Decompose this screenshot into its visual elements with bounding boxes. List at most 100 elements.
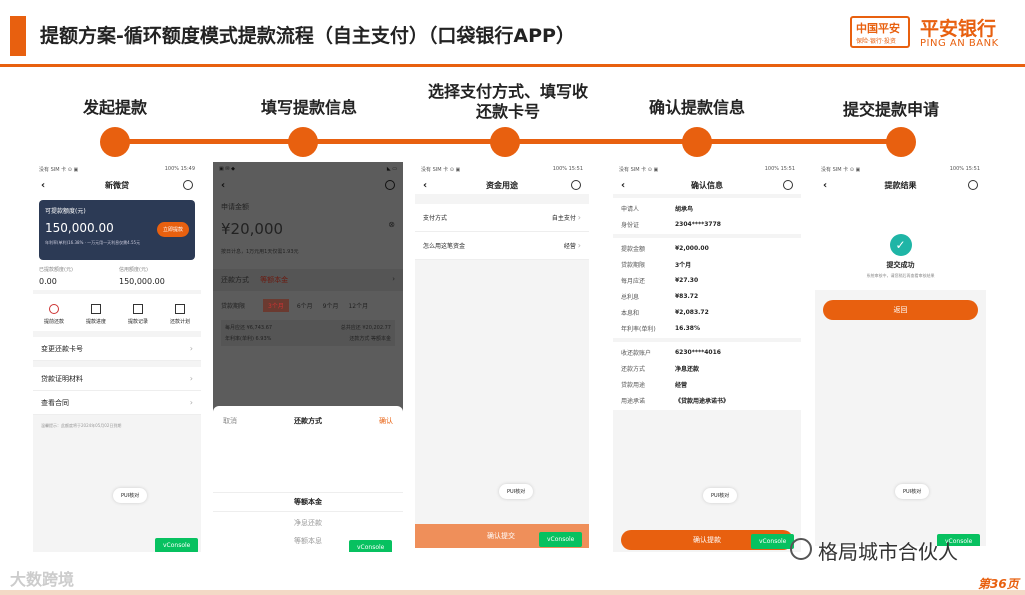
- status-left: 没有 SIM 卡 ⊙ ▣: [421, 167, 461, 173]
- info-value: ¥83.72: [675, 292, 699, 300]
- term-option-3[interactable]: 3个月: [263, 299, 289, 312]
- pui-check-button[interactable]: PUI核对: [113, 488, 148, 503]
- page-title: 提款结果: [884, 180, 917, 190]
- action-progress[interactable]: 提款进度: [86, 304, 106, 325]
- status-bar: 没有 SIM 卡 ⊙ ▣ 100% 15:51: [815, 162, 986, 176]
- applicant-info: 申请人 胡承鸟 身份证 2304****3778: [613, 198, 801, 234]
- step-5-dot: [886, 127, 916, 157]
- fund-usage-value: 经营: [563, 243, 576, 250]
- rate-label: 年利率(单利): [225, 336, 254, 342]
- status-right: ◣ ▭: [386, 166, 397, 172]
- used-quota-label: 已提款额度(元): [39, 267, 73, 273]
- service-icon[interactable]: [183, 180, 193, 190]
- credit-limit-label: 信用额度(元): [119, 267, 148, 273]
- success-check-icon: ✓: [889, 234, 912, 256]
- action-plan[interactable]: 还款计划: [170, 304, 190, 325]
- service-icon[interactable]: [968, 180, 978, 190]
- watermark-left: 大数跨境: [10, 570, 75, 589]
- status-left: 没有 SIM 卡 ⊙ ▣: [39, 167, 79, 173]
- step-4-dot: [682, 127, 712, 157]
- status-left: 没有 SIM 卡 ⊙ ▣: [821, 167, 861, 173]
- back-icon[interactable]: ‹: [621, 180, 625, 191]
- info-label: 申请人: [621, 205, 640, 213]
- header-divider: [0, 64, 1025, 67]
- pui-check-button[interactable]: PUI核对: [895, 484, 930, 499]
- status-right: 100% 15:51: [552, 166, 583, 172]
- info-label: 身份证: [621, 221, 640, 229]
- used-quota-value: 0.00: [39, 277, 57, 286]
- credit-limit-value: 150,000.00: [119, 277, 165, 286]
- status-right: 100% 15:51: [764, 166, 795, 172]
- action-records-label: 提款记录: [127, 319, 148, 325]
- withdraw-now-button[interactable]: 立即提款: [156, 222, 189, 237]
- menu-loan-proof-label: 贷款证明材料: [41, 374, 83, 383]
- monthly-value: ¥6,743.67: [246, 325, 273, 331]
- page-title: 新微贷: [105, 180, 129, 190]
- action-progress-label: 提款进度: [85, 319, 106, 325]
- action-records[interactable]: 提款记录: [128, 304, 148, 325]
- sheet-cancel-button[interactable]: 取消: [223, 416, 237, 426]
- pui-check-button[interactable]: PUI核对: [499, 484, 534, 499]
- fund-usage-row[interactable]: 怎么用这笔资金 经营 ›: [415, 232, 589, 260]
- sheet-confirm-button[interactable]: 确认: [379, 416, 393, 426]
- back-icon[interactable]: ‹: [41, 180, 45, 191]
- action-prepay[interactable]: 提前还款: [44, 304, 64, 325]
- nav-bar: ‹ 资金用途: [415, 176, 589, 194]
- vconsole-button[interactable]: vConsole: [155, 538, 199, 552]
- loan-info: 提款金额 ¥2,000.00 贷款期限 3个月 每月应还 ¥27.30 总利息 ¥83.…: [613, 238, 801, 338]
- vconsole-button[interactable]: vConsole: [751, 534, 795, 549]
- wechat-icon: [790, 538, 812, 560]
- option-interest-only[interactable]: 净息还款: [213, 512, 403, 534]
- quota-summary: 已提款额度(元) 0.00 信用额度(元) 150,000.00: [39, 266, 195, 286]
- menu-loan-proof[interactable]: 贷款证明材料 ›: [33, 367, 201, 391]
- status-right: 100% 15:49: [164, 166, 195, 172]
- back-icon[interactable]: ‹: [823, 180, 827, 191]
- term-option-9[interactable]: 9个月: [323, 301, 339, 310]
- page-title: 资金用途: [486, 180, 518, 190]
- back-button[interactable]: 返回: [823, 300, 978, 320]
- vconsole-button[interactable]: vConsole: [539, 532, 583, 547]
- info-label: 每月应还: [621, 277, 646, 285]
- menu-contract[interactable]: 查看合同 ›: [33, 391, 201, 415]
- vconsole-button[interactable]: vConsole: [349, 540, 393, 552]
- usage-promise-link[interactable]: 《贷款用途承诺书》: [675, 396, 729, 405]
- pui-check-button[interactable]: PUI核对: [703, 488, 738, 503]
- info-value: 胡承鸟: [675, 205, 694, 213]
- action-grid: 提前还款 提款进度 提款记录 还款计划: [33, 294, 201, 331]
- step-1-dot: [100, 127, 130, 157]
- status-bar: ▣ ✉ ◆ ◣ ▭: [213, 162, 403, 176]
- payment-method-row[interactable]: 支付方式 自主支付 ›: [415, 204, 589, 232]
- summary-method-label: 还款方式: [349, 336, 370, 342]
- repay-method-row[interactable]: 还款方式 等额本金 ›: [213, 269, 403, 291]
- footer-bar: [0, 590, 1025, 595]
- plan-icon: [174, 304, 185, 314]
- nav-bar: ‹: [213, 176, 403, 194]
- clear-icon[interactable]: ⊗: [388, 220, 395, 238]
- term-option-12[interactable]: 12个月: [348, 301, 368, 310]
- info-label: 提款金额: [621, 245, 646, 253]
- nav-bar: ‹ 新微贷: [33, 176, 201, 194]
- bank-name: 平安银行: [920, 18, 997, 40]
- service-icon[interactable]: [571, 180, 581, 190]
- service-icon[interactable]: [385, 180, 395, 190]
- back-icon[interactable]: ‹: [423, 180, 427, 191]
- chevron-right-icon: ›: [189, 374, 193, 383]
- repay-method-value: 等额本金: [260, 276, 289, 284]
- option-equal-principal[interactable]: 等额本金: [213, 492, 403, 512]
- info-value: 3个月: [675, 261, 692, 269]
- info-label: 本息和: [621, 309, 640, 317]
- back-icon[interactable]: ‹: [221, 180, 225, 191]
- term-option-6[interactable]: 6个月: [297, 301, 313, 310]
- nav-bar: ‹ 提款结果: [815, 176, 986, 194]
- success-note: 系统审核中，请您稍后再查看审核结果: [866, 273, 935, 278]
- pingan-logo-icon: 中国平安 保险·银行·投资: [850, 16, 910, 48]
- service-icon[interactable]: [783, 180, 793, 190]
- info-value: 16.38%: [675, 324, 700, 332]
- total-label: 总共应还: [340, 325, 361, 331]
- info-value: ¥2,000.00: [675, 244, 709, 252]
- step-2-label: 填写提款信息: [260, 98, 357, 117]
- apply-amount-value[interactable]: ¥20,000: [221, 220, 283, 238]
- menu-change-card[interactable]: 变更还款卡号 ›: [33, 337, 201, 361]
- step-2-dot: [288, 127, 318, 157]
- phone-screen-payment: 没有 SIM 卡 ⊙ ▣ 100% 15:51 ‹ 资金用途 支付方式 自主支付 …: [415, 162, 589, 548]
